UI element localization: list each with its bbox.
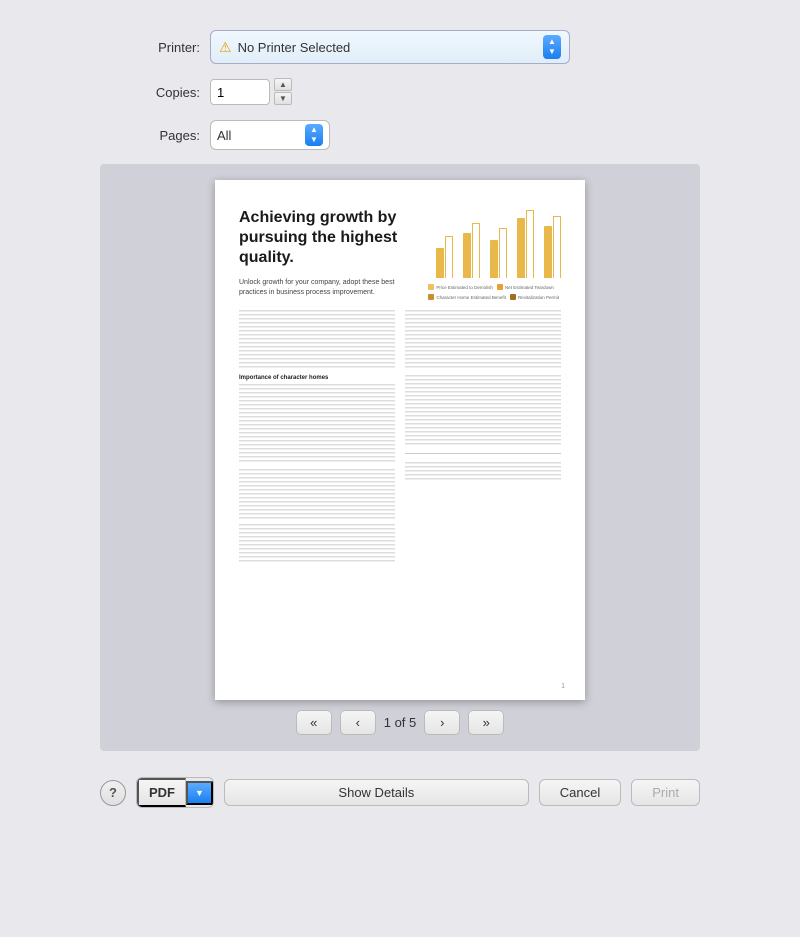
preview-text-block-4 bbox=[239, 524, 395, 564]
chart-bar-outline bbox=[553, 216, 561, 278]
copies-row: Copies: ▲ ▼ bbox=[100, 78, 700, 106]
chevron-up-icon: ▲ bbox=[548, 37, 556, 47]
print-dialog: Printer: ⚠ No Printer Selected ▲ ▼ Copie… bbox=[0, 0, 800, 937]
preview-footer-text bbox=[405, 462, 561, 482]
chart-bar-outline bbox=[526, 210, 534, 278]
printer-row: Printer: ⚠ No Printer Selected ▲ ▼ bbox=[100, 30, 700, 64]
preview-subtitle: Unlock growth for your company, adopt th… bbox=[239, 278, 416, 298]
chart-bar bbox=[544, 226, 552, 278]
legend-text-1: Price Estimated to Demolish bbox=[436, 285, 493, 290]
legend-item-1: Price Estimated to Demolish bbox=[428, 284, 493, 290]
preview-title: Achieving growth by pursuing the highest… bbox=[239, 208, 416, 268]
pdf-chevron-down-icon: ▼ bbox=[195, 788, 204, 798]
chart-legend: Price Estimated to Demolish Net Estimate… bbox=[428, 284, 569, 300]
pdf-button[interactable]: PDF bbox=[137, 778, 186, 807]
chart-bar bbox=[463, 233, 471, 278]
preview-section-title: Importance of character homes bbox=[239, 375, 395, 381]
pages-chevrons[interactable]: ▲ ▼ bbox=[305, 124, 323, 146]
preview-col-left: Importance of character homes bbox=[239, 310, 395, 569]
show-details-button[interactable]: Show Details bbox=[224, 779, 529, 806]
copies-input[interactable] bbox=[210, 79, 270, 105]
copies-input-wrap: ▲ ▼ bbox=[210, 78, 292, 106]
chart-bar-outline bbox=[445, 236, 453, 278]
copies-increment-button[interactable]: ▲ bbox=[274, 78, 292, 91]
prev-page-button[interactable]: ‹ bbox=[340, 710, 376, 735]
pages-chevron-up-icon: ▲ bbox=[310, 125, 318, 135]
legend-item-2: Net Estimated Teardown bbox=[497, 284, 554, 290]
chart-bar-outline bbox=[472, 223, 480, 278]
first-page-button[interactable]: « bbox=[296, 710, 332, 735]
preview-columns: Importance of character homes bbox=[239, 310, 561, 569]
pages-label: Pages: bbox=[100, 128, 200, 143]
printer-chevrons[interactable]: ▲ ▼ bbox=[543, 35, 561, 59]
preview-text-block-1 bbox=[239, 310, 395, 370]
print-button[interactable]: Print bbox=[631, 779, 700, 806]
legend-item-4: Revitalization Permit bbox=[510, 294, 559, 300]
chart-bar-group-2 bbox=[463, 223, 480, 278]
legend-dot-3 bbox=[428, 294, 434, 300]
printer-label: Printer: bbox=[100, 40, 200, 55]
copies-decrement-button[interactable]: ▼ bbox=[274, 92, 292, 105]
chart-bar-group-5 bbox=[544, 216, 561, 278]
preview-text-block-3 bbox=[239, 469, 395, 519]
pagination-controls: « ‹ 1 of 5 › » bbox=[296, 710, 505, 735]
preview-chart: Price Estimated to Demolish Net Estimate… bbox=[428, 208, 569, 338]
help-button[interactable]: ? bbox=[100, 780, 126, 806]
printer-dropdown[interactable]: ⚠ No Printer Selected ▲ ▼ bbox=[210, 30, 570, 64]
chart-bar-group-1 bbox=[436, 236, 453, 278]
warning-icon: ⚠ bbox=[219, 39, 232, 56]
bottom-bar: ? PDF ▼ Show Details Cancel Print bbox=[100, 777, 700, 808]
next-page-button[interactable]: › bbox=[424, 710, 460, 735]
legend-text-4: Revitalization Permit bbox=[518, 295, 559, 300]
chart-bar bbox=[436, 248, 444, 278]
preview-text-block-6 bbox=[405, 375, 561, 445]
preview-divider bbox=[405, 453, 561, 454]
pdf-group: PDF ▼ bbox=[136, 777, 214, 808]
pages-value: All bbox=[217, 128, 301, 143]
chart-bar-outline bbox=[499, 228, 507, 278]
legend-text-3: Character Home Estimated Benefit bbox=[436, 295, 506, 300]
pages-row: Pages: All ▲ ▼ bbox=[100, 120, 700, 150]
pdf-dropdown-button[interactable]: ▼ bbox=[186, 781, 213, 805]
copies-stepper: ▲ ▼ bbox=[274, 78, 292, 106]
page-indicator: 1 of 5 bbox=[384, 715, 417, 730]
legend-text-2: Net Estimated Teardown bbox=[505, 285, 554, 290]
last-page-button[interactable]: » bbox=[468, 710, 504, 735]
preview-page: Achieving growth by pursuing the highest… bbox=[215, 180, 585, 700]
pages-chevron-down-icon: ▼ bbox=[310, 135, 318, 145]
legend-item-3: Character Home Estimated Benefit bbox=[428, 294, 506, 300]
legend-dot-4 bbox=[510, 294, 516, 300]
preview-container: Achieving growth by pursuing the highest… bbox=[100, 164, 700, 751]
chart-bars bbox=[428, 208, 569, 278]
chart-bar-group-4 bbox=[517, 210, 534, 278]
chart-bar bbox=[517, 218, 525, 278]
preview-text-block-2 bbox=[239, 384, 395, 464]
pages-dropdown[interactable]: All ▲ ▼ bbox=[210, 120, 330, 150]
legend-dot-1 bbox=[428, 284, 434, 290]
preview-page-number: 1 bbox=[561, 683, 565, 690]
printer-value: No Printer Selected bbox=[238, 40, 537, 55]
chart-bar-group-3 bbox=[490, 228, 507, 278]
legend-dot-2 bbox=[497, 284, 503, 290]
preview-col-right bbox=[405, 310, 561, 569]
cancel-button[interactable]: Cancel bbox=[539, 779, 621, 806]
copies-label: Copies: bbox=[100, 85, 200, 100]
chart-bar bbox=[490, 240, 498, 278]
chevron-down-icon: ▼ bbox=[548, 47, 556, 57]
